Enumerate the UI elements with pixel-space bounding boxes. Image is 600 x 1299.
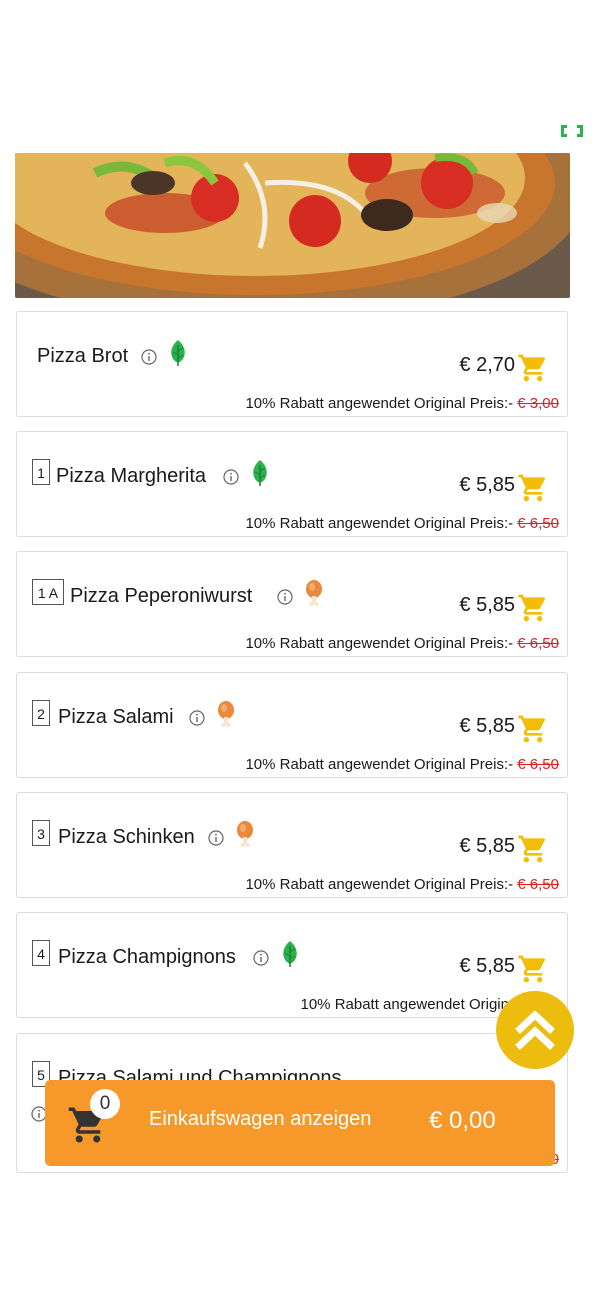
drumstick-icon — [215, 700, 237, 728]
expand-icon[interactable] — [560, 124, 584, 138]
add-to-cart-icon[interactable] — [517, 352, 549, 384]
item-number: 4 — [32, 940, 50, 966]
discount-text: 10% Rabatt angewendet Original Preis:- — [245, 515, 514, 532]
menu-item-card[interactable]: Pizza Brot € 2,70 10% Rabatt angewendet Or… — [16, 311, 568, 417]
menu-item-card[interactable]: 1 A Pizza Peperoniwurst € 5,85 10% Rabatt a… — [16, 551, 568, 657]
item-name: Pizza Schinken — [58, 826, 195, 848]
item-name: Pizza Margherita — [56, 465, 207, 487]
add-to-cart-icon[interactable] — [517, 713, 549, 745]
discount-line: 10% Rabatt angewendet Original Preis:- €… — [245, 515, 559, 532]
item-price: € 5,85 — [459, 594, 515, 616]
menu-item-card[interactable]: 1 Pizza Margherita € 5,85 10% Rabatt angewe… — [16, 431, 568, 537]
scroll-top-button[interactable] — [496, 991, 574, 1069]
discount-text: 10% Rabatt angewendet Original Preis:- — [245, 635, 514, 652]
original-price: € 6,50 — [517, 876, 559, 893]
item-name: Pizza Brot — [37, 345, 129, 367]
item-price: € 5,85 — [459, 474, 515, 496]
info-icon[interactable] — [189, 710, 205, 726]
item-name: Pizza Champignons — [58, 946, 236, 968]
menu-item-card[interactable]: 4 Pizza Champignons € 5,85 10% Rabatt angew… — [16, 912, 568, 1018]
info-icon[interactable] — [277, 589, 293, 605]
discount-text: 10% Rabatt angewendet Original Preis:- — [245, 756, 514, 773]
info-icon[interactable] — [253, 950, 269, 966]
view-cart-bar[interactable]: 0 Einkaufswagen anzeigen € 0,00 — [45, 1080, 555, 1166]
discount-line: 10% Rabatt angewendet Original Preis:- €… — [245, 395, 559, 412]
item-number: 1 A — [32, 579, 64, 605]
add-to-cart-icon[interactable] — [517, 472, 549, 504]
drumstick-icon — [303, 579, 325, 607]
original-price: € 3,00 — [517, 395, 559, 412]
item-name: Pizza Peperoniwurst — [70, 585, 253, 607]
hero-pizza-image — [15, 153, 570, 298]
menu-item-card[interactable]: 3 Pizza Schinken € 5,85 10% Rabatt angewend… — [16, 792, 568, 898]
discount-line: 10% Rabatt angewendet Original Preis:- €… — [245, 756, 559, 773]
original-price: € 6,50 — [517, 635, 559, 652]
cart-total: € 0,00 — [429, 1107, 496, 1134]
item-number: 3 — [32, 820, 50, 846]
menu-item-card[interactable]: 2 Pizza Salami € 5,85 10% Rabatt angewendet… — [16, 672, 568, 778]
item-price: € 5,85 — [459, 835, 515, 857]
item-number: 2 — [32, 700, 50, 726]
item-price: € 5,85 — [459, 955, 515, 977]
discount-line: 10% Rabatt angewendet Original Preis:- €… — [245, 876, 559, 893]
discount-text: 10% Rabatt angewendet Original Preis:- — [245, 876, 514, 893]
original-price: € 6,50 — [517, 756, 559, 773]
drumstick-icon — [234, 820, 256, 848]
info-icon[interactable] — [208, 830, 224, 846]
info-icon[interactable] — [141, 349, 157, 365]
item-name: Pizza Salami — [58, 706, 174, 728]
add-to-cart-icon[interactable] — [517, 833, 549, 865]
add-to-cart-icon[interactable] — [517, 953, 549, 985]
cart-count-badge: 0 — [90, 1089, 120, 1119]
info-icon[interactable] — [223, 469, 239, 485]
add-to-cart-icon[interactable] — [517, 592, 549, 624]
leaf-icon — [249, 459, 271, 487]
chevron-double-up-icon — [515, 1010, 555, 1050]
leaf-icon — [167, 339, 189, 367]
leaf-icon — [279, 940, 301, 968]
item-number: 1 — [32, 459, 50, 485]
discount-line: 10% Rabatt angewendet Original Preis:- €… — [245, 635, 559, 652]
original-price: € 6,50 — [517, 515, 559, 532]
item-price: € 2,70 — [459, 354, 515, 376]
discount-text: 10% Rabatt angewendet Original Preis:- — [245, 395, 514, 412]
item-price: € 5,85 — [459, 715, 515, 737]
view-cart-label: Einkaufswagen anzeigen — [149, 1108, 372, 1130]
